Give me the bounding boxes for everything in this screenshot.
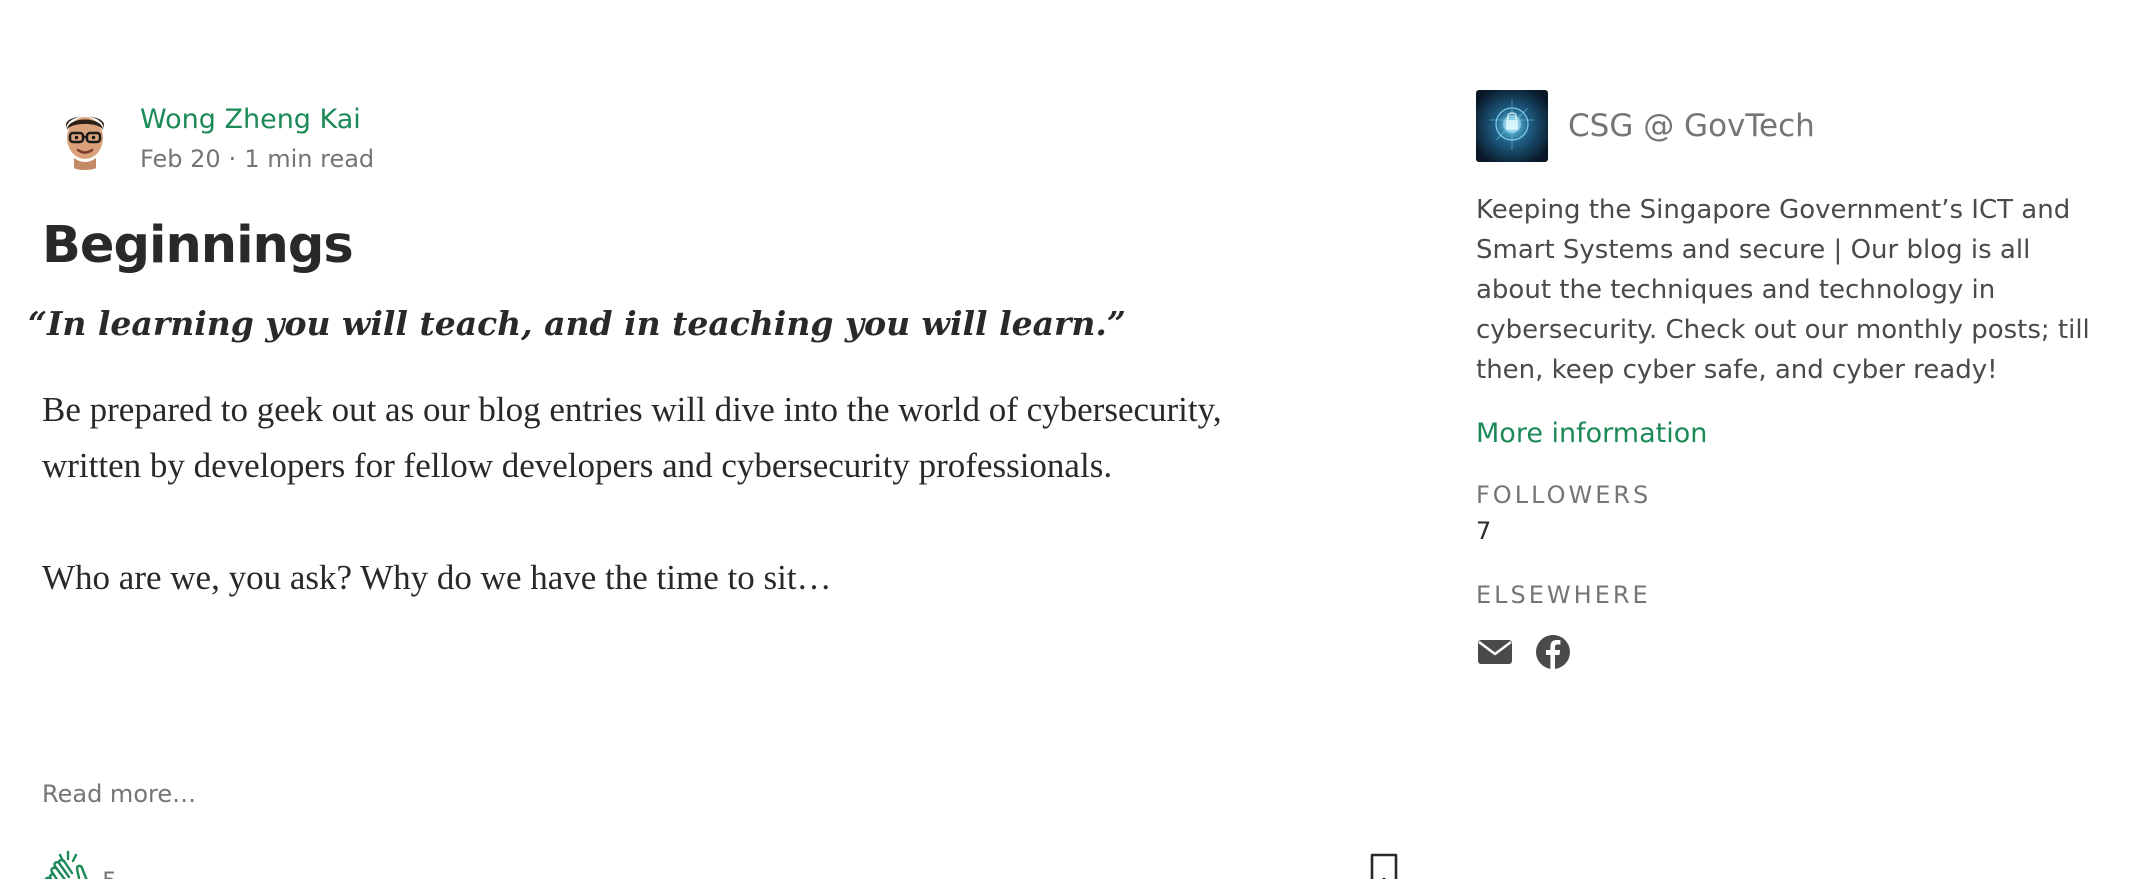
memoji-avatar-icon (50, 100, 120, 170)
excerpt-paragraph-2: Who are we, you ask? Why do we have the … (42, 558, 832, 597)
author-row: Wong Zheng Kai Feb 20 · 1 min read (50, 100, 374, 176)
clap-icon[interactable] (42, 850, 94, 879)
social-links (1476, 633, 2116, 671)
article-quote: “In learning you will teach, and in teac… (28, 304, 1126, 343)
followers-label: FOLLOWERS (1476, 481, 1652, 509)
article-title[interactable]: Beginnings (42, 214, 354, 278)
excerpt-paragraph-1: Be prepared to geek out as our blog entr… (42, 390, 1222, 485)
publication-header: CSG @ GovTech (1476, 90, 2116, 162)
publication-name-link[interactable]: CSG @ GovTech (1568, 108, 1815, 144)
mail-icon[interactable] (1476, 633, 1514, 671)
author-avatar[interactable] (50, 100, 120, 170)
bookmark-icon[interactable] (1367, 852, 1401, 879)
facebook-icon[interactable] (1534, 633, 1572, 671)
publication-sidebar: CSG @ GovTech Keeping the Singapore Gove… (1476, 90, 2116, 671)
publication-logo[interactable] (1476, 90, 1548, 162)
more-information-link[interactable]: More information (1476, 418, 2116, 449)
elsewhere-label: ELSEWHERE (1476, 581, 1651, 609)
author-name-link[interactable]: Wong Zheng Kai (140, 102, 374, 138)
article-card: Wong Zheng Kai Feb 20 · 1 min read Beginni… (28, 90, 1422, 879)
publication-logo-icon (1476, 90, 1548, 162)
author-meta: Wong Zheng Kai Feb 20 · 1 min read (140, 102, 374, 176)
post-meta: Feb 20 · 1 min read (140, 142, 374, 176)
read-more-link[interactable]: Read more… (42, 780, 196, 808)
followers-count: 7 (1476, 517, 1492, 545)
meta-separator: · (228, 145, 237, 173)
post-date: Feb 20 (140, 145, 221, 173)
clap-group: 5 (42, 850, 117, 879)
clap-count: 5 (102, 867, 117, 879)
publication-description: Keeping the Singapore Government’s ICT a… (1476, 195, 2090, 385)
read-time: 1 min read (244, 145, 375, 173)
article-excerpt[interactable]: Be prepared to geek out as our blog entr… (42, 382, 1282, 606)
